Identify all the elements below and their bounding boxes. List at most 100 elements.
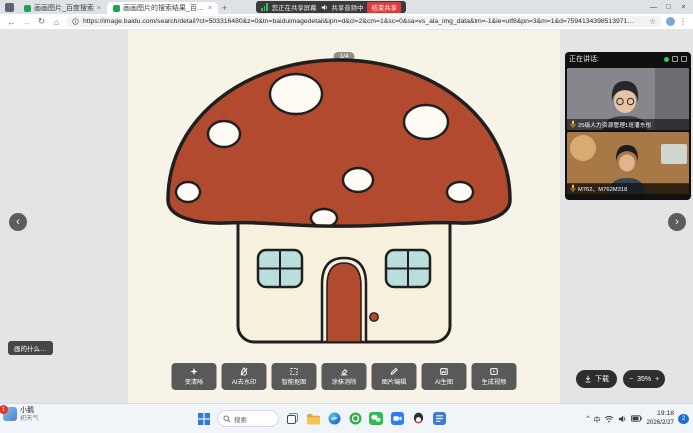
start-button[interactable] [196,411,212,427]
browser-menu-icon[interactable]: ⋮ [679,17,687,26]
qq-button[interactable] [410,411,426,427]
qq-icon [412,412,425,425]
zoom-out-icon[interactable]: − [629,376,633,383]
wechat-icon [369,412,383,425]
meeting-panel: 正在讲话: 25级人 [565,52,691,200]
mushroom-house-image [128,30,560,403]
tool-remove-watermark-button[interactable]: AI去水印 [222,363,267,390]
tool-enhance-button[interactable]: 变清晰 [172,363,217,390]
tray-chevron-icon[interactable]: ^ [586,415,589,422]
baidu-favicon-icon [113,5,120,12]
tab-baidu-search[interactable]: 画画图片_百度搜索 × [18,2,107,14]
participant-video-2[interactable]: M762、M762M318 [567,132,689,194]
tool-ai-generate-button[interactable]: AI生图 [422,363,467,390]
home-icon[interactable]: ⌂ [51,17,62,27]
new-tab-button[interactable]: + [218,2,231,14]
speaking-label: 正在讲话: [569,54,599,64]
docs-icon [433,412,446,425]
task-view-button[interactable] [284,411,300,427]
battery-icon[interactable] [631,415,642,422]
tool-image-edit-button[interactable]: 图片编辑 [372,363,417,390]
tool-smart-cutout-button[interactable]: 智能抠图 [272,363,317,390]
task-view-icon [286,412,299,425]
participant-video-1[interactable]: 25级人力资源管理1班潘东彤 [567,68,689,130]
notification-badge[interactable]: 2 [678,414,689,424]
chat-avatar: 1 [3,407,17,421]
file-explorer-button[interactable] [305,411,321,427]
expand-icon[interactable] [681,56,687,62]
watermark-icon [240,367,249,376]
tool-generate-video-button[interactable]: 生成视频 [472,363,517,390]
tool-label: 涂抹消除 [332,377,357,386]
docs-app-button[interactable] [431,411,447,427]
system-tray: ^ 中 19:18 2026/2/27 2 [586,404,689,433]
tab-close-icon[interactable]: × [208,5,212,12]
audio-label: 共享音频中 [332,3,364,12]
chat-notification-widget[interactable]: 1 小鹅 初天气 [3,407,39,423]
browser-logo-icon [5,3,14,12]
green-browser-icon [349,412,362,425]
browser-360-button[interactable] [347,411,363,427]
minimize-icon[interactable]: — [646,2,661,11]
url-text: https://image.baidu.com/search/detail?ct… [83,18,645,25]
image-counter-badge: 1/4 [333,52,354,61]
image-tools-bar: 变清晰 AI去水印 智能抠图 涂抹消除 图片编辑 [172,363,517,390]
close-icon[interactable]: × [676,2,691,11]
language-indicator[interactable]: 中 [594,414,601,424]
wifi-icon[interactable] [604,415,614,423]
folder-icon [306,413,320,425]
participant-name-bar: M762、M762M318 [567,183,689,194]
status-dot-icon [664,57,669,62]
cutout-icon [290,367,299,376]
layout-icon[interactable] [672,56,678,62]
maximize-icon[interactable]: □ [661,2,676,11]
browser-tab-strip: 画画图片_百度搜索 × 画画图片的搜索结果_百度图片搜… × + 您正在共享屏幕… [0,0,693,14]
search-icon [223,415,231,423]
tool-label: 变清晰 [185,377,204,386]
download-icon [584,375,592,383]
search-placeholder: 搜索 [234,414,247,424]
participant-name: 25级人力资源管理1班潘东彤 [578,120,651,129]
back-icon[interactable]: ← [6,17,17,27]
next-image-button[interactable]: › [668,213,686,231]
download-button[interactable]: 下载 [576,370,617,388]
eraser-icon [340,367,349,376]
taskbar-search[interactable]: 搜索 [217,410,279,427]
zoom-control: − 35% + [623,370,665,388]
volume-icon[interactable] [618,415,627,423]
window-right [386,250,430,287]
site-info-icon[interactable] [72,18,79,25]
tool-label: AI去水印 [232,377,256,386]
window-controls: — □ × [646,0,691,13]
tab-baidu-image-detail[interactable]: 画画图片的搜索结果_百度图片搜… × [107,2,218,14]
bookmark-star-icon[interactable]: ☆ [649,17,656,26]
zoom-level: 35% [637,376,651,383]
meeting-app-button[interactable] [389,411,405,427]
tab-close-icon[interactable]: × [97,5,101,12]
download-label: 下载 [595,374,609,384]
wechat-button[interactable] [368,411,384,427]
edge-browser-button[interactable] [326,411,342,427]
forward-icon[interactable]: → [21,17,32,27]
zoom-in-icon[interactable]: + [655,376,659,383]
meeting-header: 正在讲话: [567,52,689,66]
windows-icon [198,413,210,425]
browser-toolbar: ← → ↻ ⌂ https://image.baidu.com/search/d… [0,14,693,30]
taskbar-center: 搜索 [196,404,447,433]
baidu-favicon-icon [24,5,31,12]
window-left [258,250,302,287]
tab-title: 画画图片的搜索结果_百度图片搜… [123,3,205,13]
clock[interactable]: 19:18 2026/2/27 [646,410,674,426]
tool-smudge-erase-button[interactable]: 涂抹消除 [322,363,367,390]
profile-avatar[interactable] [666,17,675,26]
prev-image-button[interactable]: ‹ [9,213,27,231]
time-label: 19:18 [657,410,674,418]
stop-share-button[interactable]: 结束共享 [367,2,401,13]
chat-message-preview: 初天气 [20,415,39,422]
video-icon [490,367,499,376]
audio-icon [321,4,328,11]
date-label: 2026/2/27 [646,419,674,427]
address-bar[interactable]: https://image.baidu.com/search/detail?ct… [66,16,662,27]
tool-label: 智能抠图 [282,377,307,386]
reload-icon[interactable]: ↻ [36,16,47,27]
